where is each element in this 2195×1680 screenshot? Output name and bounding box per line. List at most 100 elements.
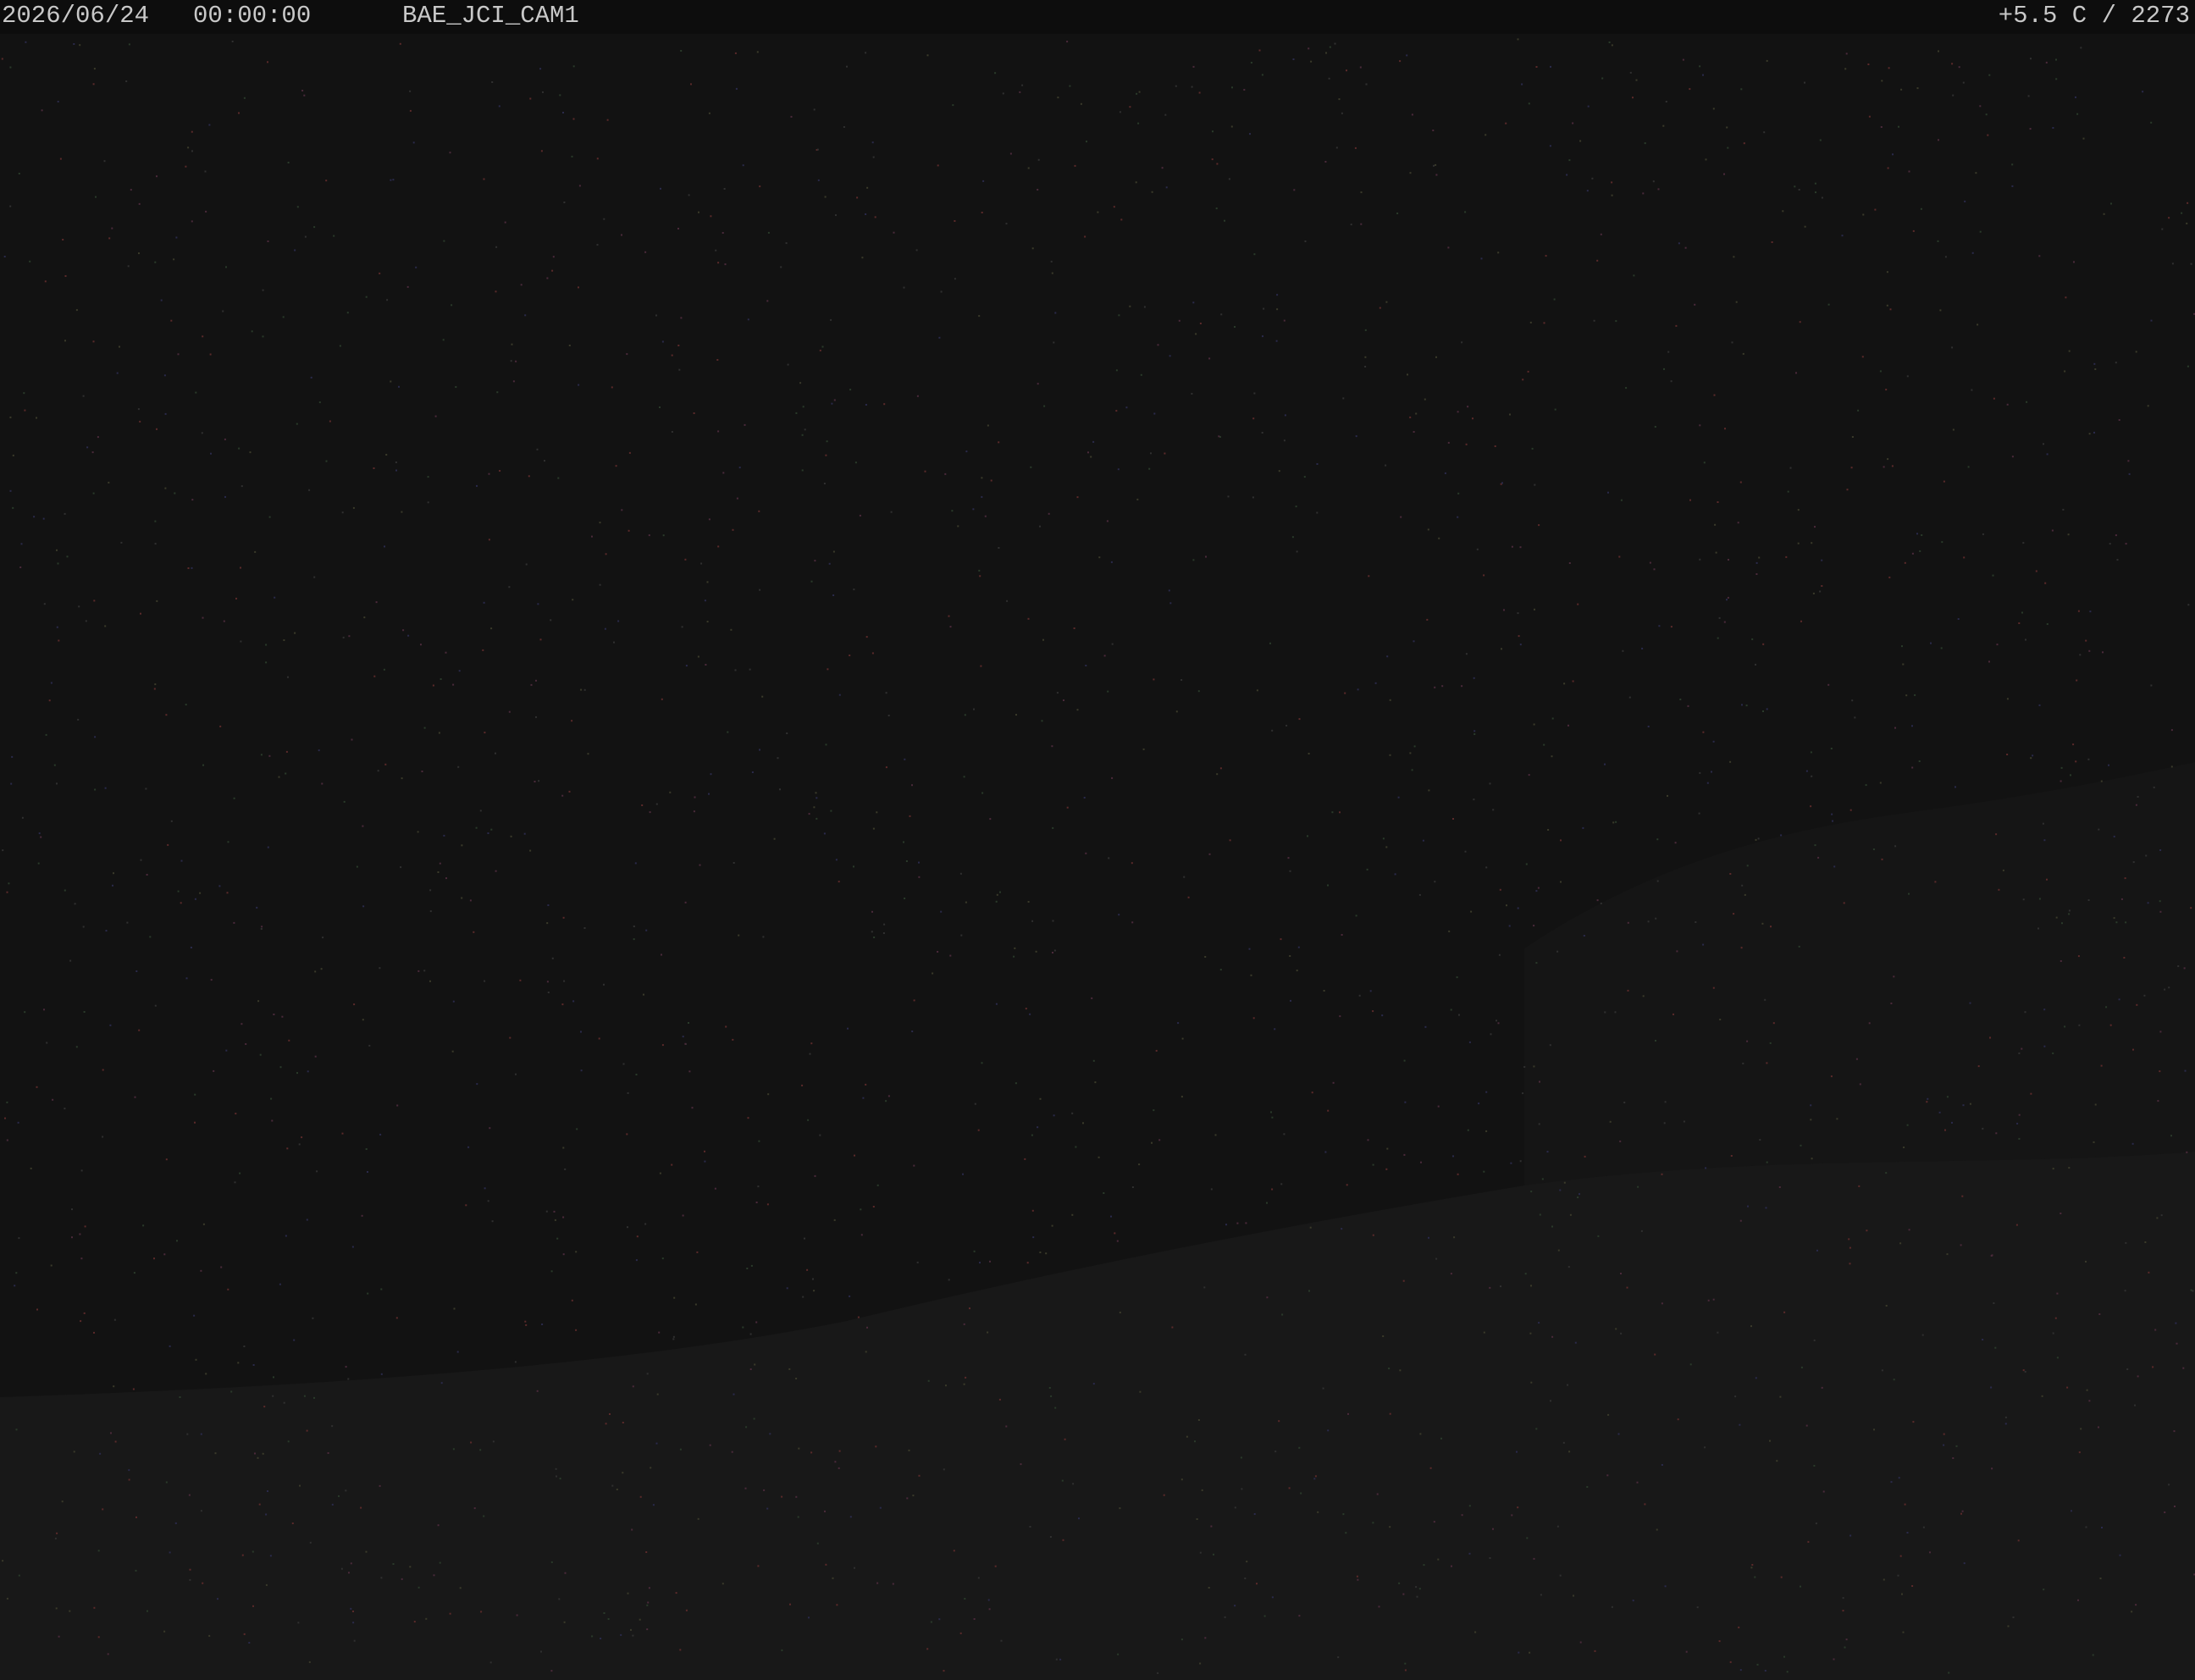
noise-speck [2077,1599,2079,1601]
noise-speck [1087,451,1089,454]
noise-speck [872,1206,875,1208]
noise-speck [659,406,661,408]
noise-speck [639,1495,642,1498]
noise-speck [708,112,710,114]
noise-speck [742,164,744,167]
overlay-readings: +5.5 C / 2273 [1999,0,2190,32]
noise-speck [1674,842,1677,844]
noise-speck [987,424,989,427]
noise-speck [1579,1193,1580,1196]
noise-speck [989,818,992,821]
noise-speck [767,231,770,234]
noise-speck [998,441,1000,444]
noise-speck [656,1393,659,1395]
noise-speck [252,1364,255,1366]
noise-speck [1816,1249,1818,1252]
noise-speck [1244,1353,1247,1356]
noise-speck [856,196,859,199]
noise-speck [2085,1260,2087,1263]
noise-speck [2080,1428,2082,1430]
noise-speck [1219,767,1222,770]
noise-speck [1452,818,1454,820]
noise-speck [759,185,761,188]
noise-speck [1434,686,1436,688]
noise-speck [103,160,106,163]
noise-speck [1537,887,1540,889]
noise-speck [1278,470,1280,472]
noise-speck [749,1368,752,1370]
noise-speck [1409,752,1412,754]
noise-speck [1437,1558,1440,1561]
noise-speck [1327,884,1329,887]
noise-speck [1116,1240,1119,1242]
noise-speck [669,791,672,793]
noise-speck [1946,1096,1949,1098]
noise-speck [406,285,409,288]
noise-speck [2108,764,2109,766]
noise-speck [672,1338,675,1340]
noise-speck [176,1240,178,1242]
noise-speck [1519,546,1522,549]
noise-speck [1138,91,1141,93]
noise-speck [2159,910,2162,913]
noise-speck [1342,1513,1345,1516]
noise-speck [866,186,869,189]
noise-speck [217,1598,218,1600]
noise-speck [1604,1011,1606,1014]
noise-speck [18,1574,20,1577]
noise-speck [1399,1369,1402,1372]
noise-speck [1039,1252,1042,1253]
noise-speck [314,1055,317,1058]
noise-speck [1572,122,1574,124]
noise-speck [945,1384,947,1387]
noise-speck [353,1639,356,1642]
noise-speck [1215,207,1218,210]
noise-speck [1489,1557,1491,1559]
noise-speck [1556,950,1559,953]
noise-speck [1704,1446,1706,1449]
noise-speck [1889,308,1892,311]
noise-speck [458,670,461,672]
noise-speck [1952,1457,1954,1459]
noise-speck [395,461,397,463]
noise-speck [1427,528,1429,531]
noise-speck [180,859,183,862]
noise-speck [1437,1105,1440,1108]
noise-speck [893,231,895,234]
noise-speck [1324,161,1327,163]
noise-speck [1903,1147,1905,1148]
noise-speck [1521,83,1523,86]
noise-speck [1916,533,1918,535]
noise-speck [959,872,962,875]
noise-speck [849,1516,852,1518]
noise-speck [1143,306,1146,308]
noise-speck [2041,1395,2043,1397]
noise-speck [596,158,599,160]
noise-speck [202,1582,204,1584]
noise-speck [53,764,56,766]
noise-speck [1168,589,1170,592]
noise-speck [679,1448,682,1451]
noise-speck [409,90,412,92]
noise-speck [1347,1412,1349,1415]
noise-speck [102,1508,104,1511]
noise-speck [672,1335,675,1338]
noise-speck [238,112,240,114]
noise-speck [697,1517,699,1520]
noise-speck [93,1606,96,1609]
noise-speck [64,340,66,342]
noise-speck [744,1487,747,1489]
noise-speck [1218,435,1220,438]
noise-speck [1920,207,1922,210]
noise-speck [598,1037,600,1040]
noise-speck [384,763,387,765]
noise-speck [1533,1557,1535,1560]
noise-speck [1015,714,1017,716]
noise-speck [1341,934,1343,936]
noise-speck [456,1351,459,1353]
noise-speck [1002,92,1004,95]
noise-speck [2115,921,2118,924]
noise-speck [473,1507,476,1510]
noise-speck [2142,91,2144,93]
noise-speck [383,668,385,671]
